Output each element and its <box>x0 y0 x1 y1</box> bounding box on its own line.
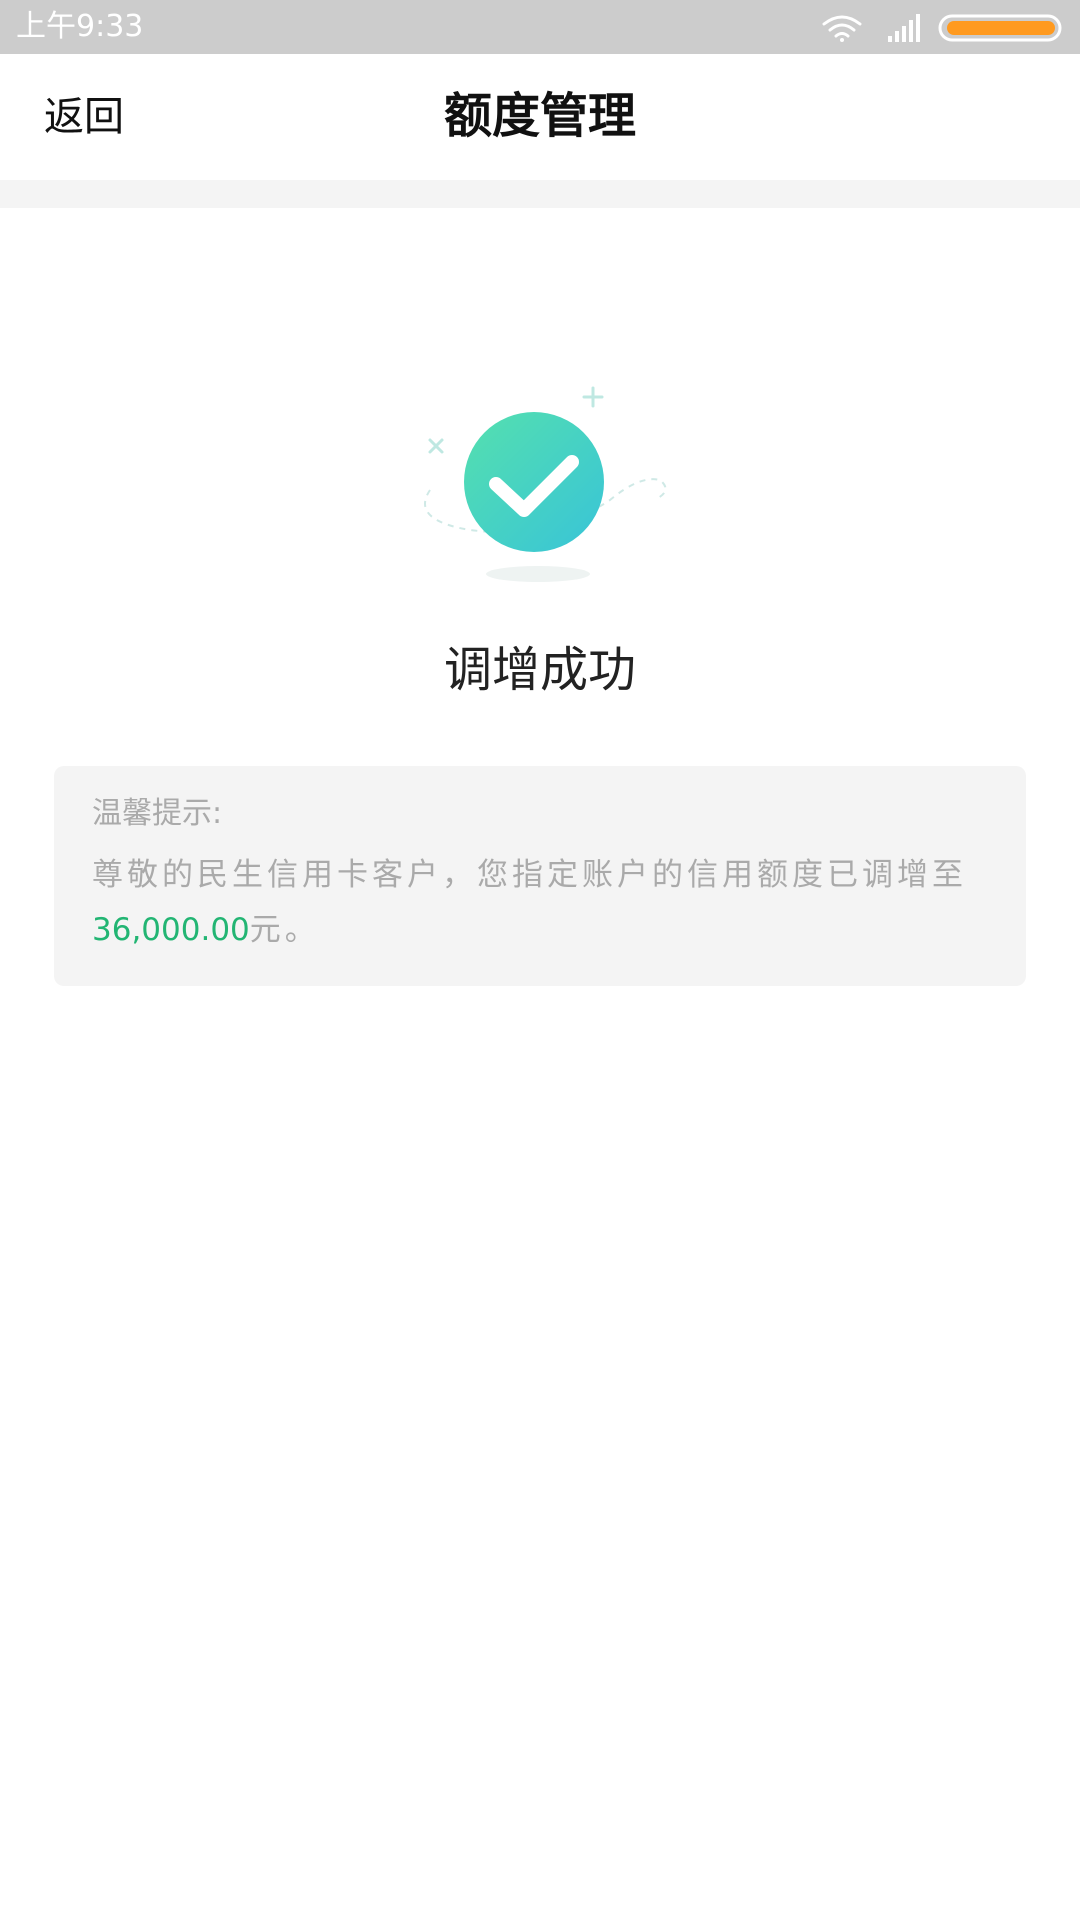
tip-heading: 温馨提示: <box>92 796 223 831</box>
success-title: 调增成功 <box>443 642 636 698</box>
battery-icon <box>938 14 1062 42</box>
status-time: 上午9:33 <box>16 9 144 44</box>
credit-amount: 36,000.00 <box>92 912 250 948</box>
success-check-icon <box>464 412 604 552</box>
status-bar: 上午9:33 <box>0 0 1080 54</box>
page-title: 额度管理 <box>443 88 636 144</box>
tip-card: 温馨提示: 尊敬的民生信用卡客户，您指定账户的信用额度已调增至 36,000.00… <box>54 766 1026 986</box>
tip-body-suffix: 元。 <box>249 912 320 948</box>
icon-shadow <box>486 566 590 582</box>
signal-icon <box>888 14 920 42</box>
success-illustration <box>410 380 670 600</box>
status-icons <box>818 10 1068 44</box>
divider-band <box>0 180 1080 208</box>
tip-body: 尊敬的民生信用卡客户，您指定账户的信用额度已调增至 36,000.00元。 <box>92 848 988 958</box>
nav-bar: 返回 额度管理 <box>0 54 1080 180</box>
tip-body-prefix: 尊敬的民生信用卡客户，您指定账户的信用额度已调增至 <box>92 857 967 893</box>
wifi-icon <box>822 15 862 42</box>
